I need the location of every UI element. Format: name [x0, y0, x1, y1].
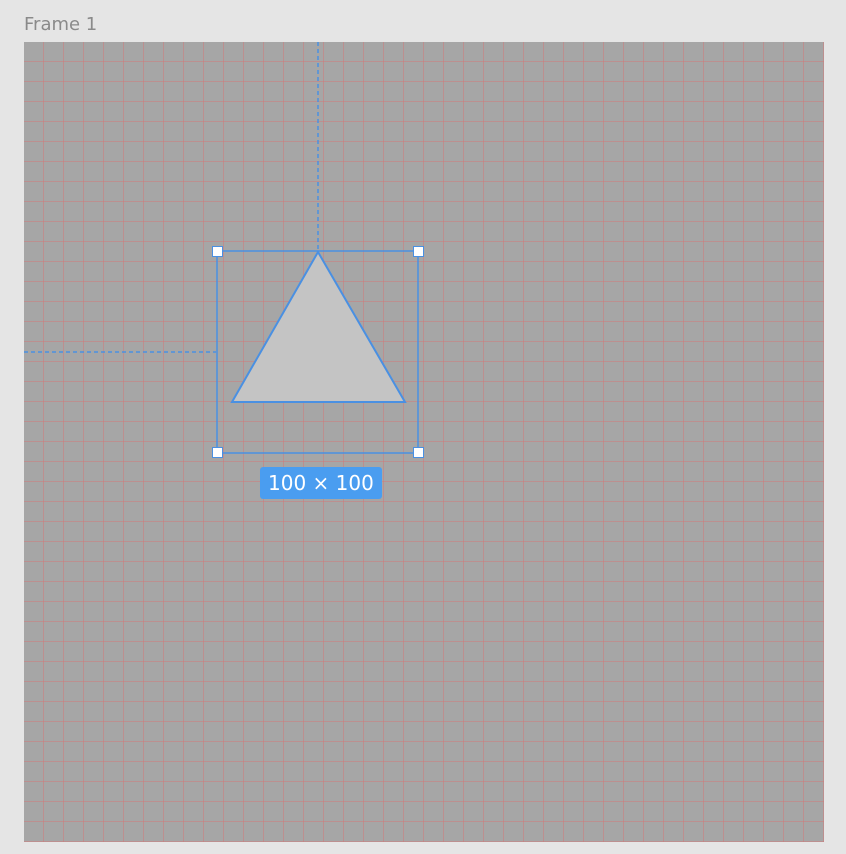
resize-handle-top-right[interactable] — [413, 246, 424, 257]
resize-handle-bottom-left[interactable] — [212, 447, 223, 458]
selection-overlay — [24, 42, 419, 454]
dimensions-badge: 100 × 100 — [260, 467, 382, 499]
resize-handle-top-left[interactable] — [212, 246, 223, 257]
triangle-shape[interactable] — [230, 249, 407, 403]
frame-title[interactable]: Frame 1 — [24, 14, 97, 35]
frame-canvas[interactable]: 100 × 100 — [24, 42, 824, 842]
resize-handle-bottom-right[interactable] — [413, 447, 424, 458]
